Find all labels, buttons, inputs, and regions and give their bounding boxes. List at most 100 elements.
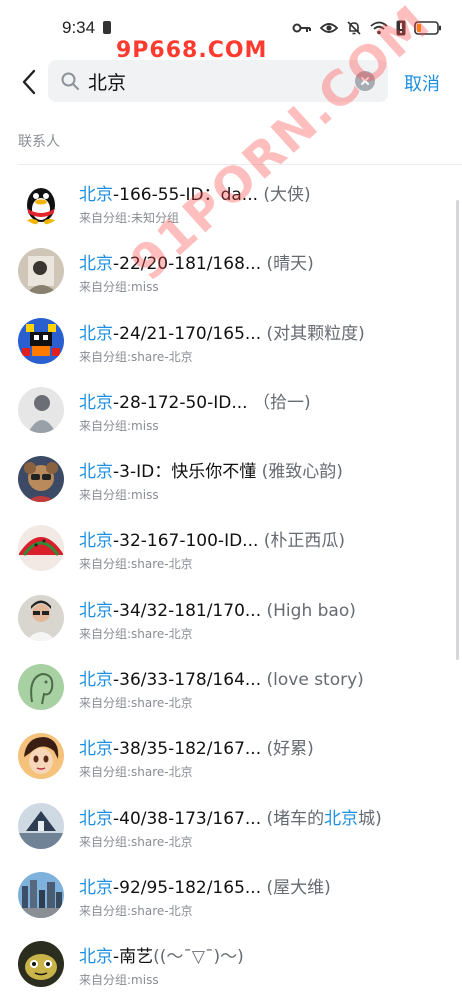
group-prefix: 来自分组: <box>79 696 132 711</box>
name-text: -34/32-181/170... <box>113 600 262 621</box>
contact-remark: (对其颗粒度) <box>261 323 365 344</box>
contact-remark: (晴天) <box>261 254 314 275</box>
avatar <box>18 317 64 364</box>
contact-item[interactable]: 北京-28-172-50-ID... （拾一) 来自分组:miss <box>0 376 462 445</box>
contact-item[interactable]: 北京-92/95-182/165... (屋大维) 来自分组:share-北京 <box>0 861 462 930</box>
section-title: 联系人 <box>18 134 60 150</box>
group-prefix: 来自分组: <box>79 973 132 988</box>
group-name: share-北京 <box>131 765 193 780</box>
mute-bell-icon <box>346 20 362 36</box>
contact-list: 北京-166-55-ID：da... (大侠) 来自分组:未知分组 北京-22/… <box>0 168 462 1000</box>
eye-icon <box>320 21 338 35</box>
name-keyword: 北京 <box>79 808 113 829</box>
group-name: share-北京 <box>131 834 193 849</box>
avatar <box>18 802 64 849</box>
group-name: share-北京 <box>131 903 193 918</box>
avatar <box>18 733 64 780</box>
group-prefix: 来自分组: <box>79 765 132 780</box>
contact-remark: ((～ˉ▽ˉ)～) <box>153 947 244 968</box>
group-prefix: 来自分组: <box>79 557 132 572</box>
contact-item[interactable]: 北京-24/21-170/165... (对其颗粒度) 来自分组:share-北… <box>0 307 462 376</box>
contact-group: 来自分组:share-北京 <box>79 694 193 711</box>
avatar <box>18 941 64 988</box>
name-text: -28-172-50-ID... <box>113 392 248 413</box>
search-box[interactable] <box>48 60 388 102</box>
group-prefix: 来自分组: <box>79 280 132 295</box>
contact-item[interactable]: 北京-南艺((～ˉ▽ˉ)～) 来自分组:miss <box>0 930 462 999</box>
alert-icon <box>396 20 406 36</box>
contact-group: 来自分组:share-北京 <box>79 555 193 572</box>
contact-group: 来自分组:share-北京 <box>79 348 193 365</box>
contact-name: 北京-32-167-100-ID... (朴正西瓜) <box>79 530 449 552</box>
name-keyword: 北京 <box>79 531 113 552</box>
contact-name: 北京-38/35-182/167... (好累) <box>79 738 449 760</box>
contact-group: 来自分组:share-北京 <box>79 833 193 850</box>
contact-item[interactable]: 北京-166-55-ID：da... (大侠) 来自分组:未知分组 <box>0 168 462 237</box>
group-name: share-北京 <box>131 349 193 364</box>
contact-remark: (堵车的 <box>261 808 325 829</box>
contact-item[interactable]: 北京-40/38-173/167... (堵车的北京城) 来自分组:share-… <box>0 792 462 861</box>
scrollbar[interactable] <box>456 200 459 660</box>
group-name: miss <box>131 973 159 988</box>
name-text: -166-55-ID：da... <box>113 185 259 205</box>
name-keyword: 北京 <box>79 877 113 898</box>
name-text: -32-167-100-ID... <box>113 531 259 552</box>
status-icons <box>292 16 442 40</box>
name-keyword: 北京 <box>79 739 113 760</box>
contact-item[interactable]: 北京-22/20-181/168... (晴天) 来自分组:miss <box>0 237 462 306</box>
name-keyword: 北京 <box>79 670 113 691</box>
notification-icon <box>103 21 111 34</box>
name-text: -24/21-170/165... <box>113 323 262 344</box>
name-keyword: 北京 <box>79 947 113 968</box>
contact-item[interactable]: 北京-36/33-178/164... (love story) 来自分组:sh… <box>0 653 462 722</box>
contact-group: 来自分组:未知分组 <box>79 209 179 226</box>
contact-name: 北京-28-172-50-ID... （拾一) <box>79 392 449 414</box>
chevron-left-icon <box>22 69 36 95</box>
group-name: share-北京 <box>131 626 193 641</box>
group-prefix: 来自分组: <box>79 488 132 503</box>
name-text: -3-ID：快乐你不懂 <box>113 462 257 483</box>
clear-icon[interactable] <box>355 71 375 91</box>
contact-name: 北京-3-ID：快乐你不懂 (雅致心韵) <box>79 461 449 483</box>
contact-item[interactable]: 北京-34/32-181/170... (High bao) 来自分组:shar… <box>0 584 462 653</box>
back-button[interactable] <box>14 66 44 98</box>
search-bar: 取消 <box>0 60 462 104</box>
avatar <box>18 664 64 711</box>
contact-remark: (雅致心韵) <box>256 462 343 483</box>
contact-item[interactable]: 北京-32-167-100-ID... (朴正西瓜) 来自分组:share-北京 <box>0 514 462 583</box>
group-prefix: 来自分组: <box>79 211 132 225</box>
name-text: -40/38-173/167... <box>113 808 262 829</box>
contact-group: 来自分组:miss <box>79 971 159 988</box>
contact-remark: (love story) <box>261 670 364 691</box>
avatar <box>18 179 64 225</box>
remark-end: 城) <box>358 808 382 829</box>
name-keyword: 北京 <box>79 323 113 344</box>
group-prefix: 来自分组: <box>79 626 132 641</box>
group-name: miss <box>131 280 159 295</box>
group-name: miss <box>131 418 159 433</box>
name-keyword: 北京 <box>79 600 113 621</box>
wifi-icon <box>370 21 388 35</box>
contact-remark: (朴正西瓜) <box>258 531 346 552</box>
contact-group: 来自分组:share-北京 <box>79 763 193 780</box>
name-keyword: 北京 <box>79 254 113 275</box>
name-keyword: 北京 <box>79 462 113 483</box>
remark-keyword: 北京 <box>324 808 359 829</box>
status-time: 9:34 <box>62 18 96 37</box>
contact-name: 北京-34/32-181/170... (High bao) <box>79 600 449 622</box>
contact-remark: （拾一) <box>247 392 311 413</box>
cancel-button[interactable]: 取消 <box>404 70 440 96</box>
contact-group: 来自分组:miss <box>79 486 159 503</box>
name-keyword: 北京 <box>79 392 113 413</box>
group-prefix: 来自分组: <box>79 418 132 433</box>
battery-icon <box>414 21 442 35</box>
contact-remark: (High bao) <box>261 600 356 621</box>
contact-item[interactable]: 北京-38/35-182/167... (好累) 来自分组:share-北京 <box>0 722 462 791</box>
search-input[interactable] <box>88 66 348 96</box>
group-name: share-北京 <box>131 696 193 711</box>
contact-name: 北京-92/95-182/165... (屋大维) <box>79 877 449 899</box>
contact-item[interactable]: 北京-3-ID：快乐你不懂 (雅致心韵) 来自分组:miss <box>0 445 462 514</box>
name-text: -38/35-182/167... <box>113 739 262 760</box>
contact-name: 北京-36/33-178/164... (love story) <box>79 669 449 691</box>
name-text: -36/33-178/164... <box>113 670 262 691</box>
